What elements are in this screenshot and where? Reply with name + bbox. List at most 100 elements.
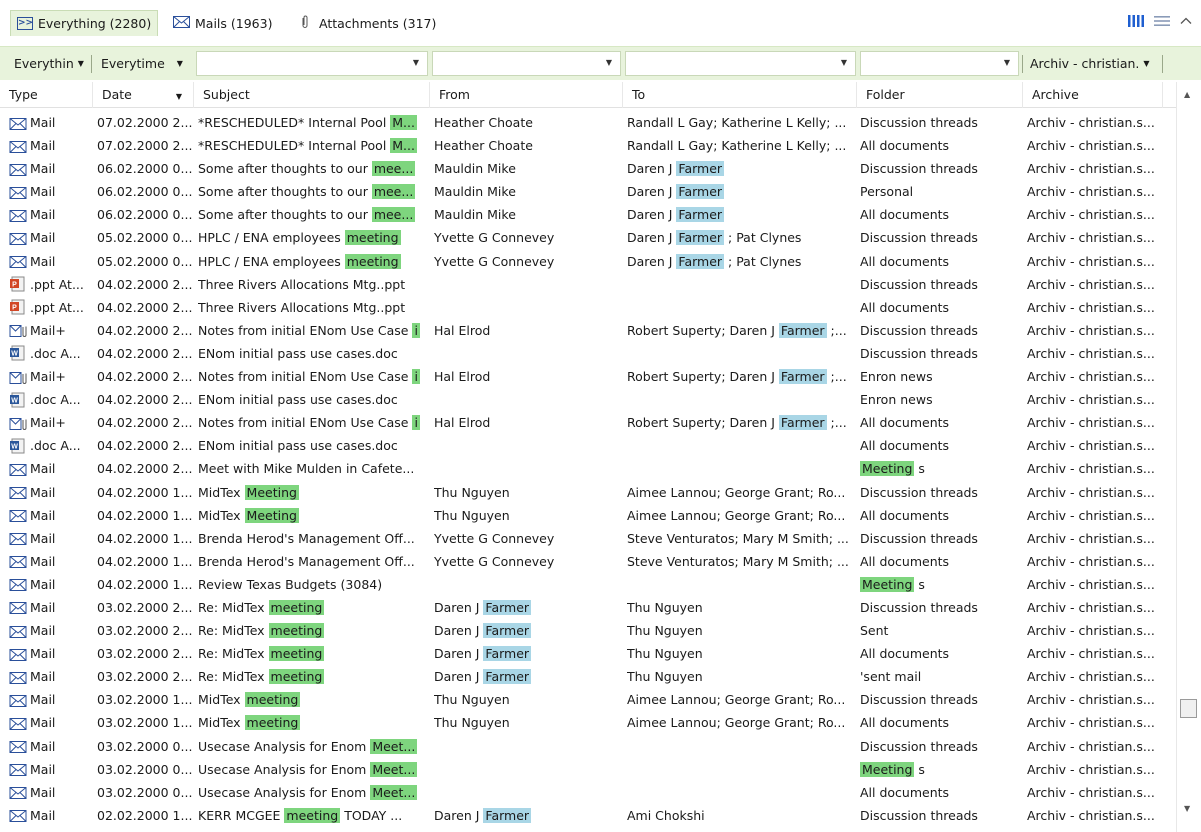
table-row[interactable]: Mail 07.02.2000 2... *RESCHEDULED* Interna… [0, 111, 1176, 134]
cell-text: Aimee Lannou; George Grant; Ro... [627, 507, 846, 523]
date-cell: 06.02.2000 0... [97, 161, 193, 177]
table-row[interactable]: Mail 06.02.2000 0... Some after thoughts t… [0, 203, 1176, 226]
search-highlight: meeting [244, 692, 301, 708]
folder-cell: Discussion threads [860, 804, 1022, 827]
scrollbar-thumb[interactable] [1180, 699, 1197, 718]
time-filter-dropdown[interactable]: Everytime ▼ [101, 51, 183, 75]
table-row[interactable]: Mail 03.02.2000 0... Usecase Analysis for … [0, 735, 1176, 758]
column-header-to[interactable]: To [623, 82, 857, 108]
cell-text: Thu Nguyen [434, 484, 510, 500]
table-row[interactable]: P .ppt At... 04.02.2000 2... Three Rivers A… [0, 296, 1176, 319]
from-cell [434, 296, 620, 319]
table-row[interactable]: Mail+ 04.02.2000 2... Notes from initial E… [0, 411, 1176, 434]
cell-text: Usecase Analysis for Enom [198, 761, 371, 777]
table-row[interactable]: Mail+ 04.02.2000 2... Notes from initial E… [0, 319, 1176, 342]
subject-cell: Re: MidTex meeting [198, 665, 430, 688]
cell-text: Randall L Gay; Katherine L Kelly; ... [627, 138, 847, 154]
doc-icon: W [9, 392, 27, 408]
type-filter-dropdown[interactable]: Everythin ▼ [14, 51, 84, 75]
cell-text: All documents [860, 438, 950, 454]
scroll-up-arrow-icon[interactable]: ▲ [1184, 90, 1190, 99]
tab-mails[interactable]: Mails (1963) [167, 10, 278, 36]
table-row[interactable]: W .doc A... 04.02.2000 2... ENom initial pa… [0, 434, 1176, 457]
archive-filter-dropdown[interactable]: Archiv - christian. ▼ [1030, 51, 1150, 75]
date-cell: 04.02.2000 1... [97, 576, 193, 592]
columns-view-icon[interactable] [1127, 14, 1145, 31]
table-row[interactable]: Mail 04.02.2000 1... MidTex Meeting Thu Ngu… [0, 504, 1176, 527]
to-cell: Aimee Lannou; George Grant; Ro... [627, 504, 859, 527]
from-cell [434, 434, 620, 457]
table-row[interactable]: Mail 03.02.2000 2... Re: MidTex meeting Dar… [0, 665, 1176, 688]
table-row[interactable]: Mail 04.02.2000 1... Brenda Herod's Manage… [0, 550, 1176, 573]
table-row[interactable]: Mail 03.02.2000 1... MidTex meeting Thu Ngu… [0, 711, 1176, 734]
cell-text: Daren J [434, 807, 484, 823]
folder-cell: All documents [860, 411, 1022, 434]
cell-text: MidTex [198, 507, 245, 523]
type-label: Mail [30, 161, 56, 177]
table-row[interactable]: Mail 05.02.2000 0... HPLC / ENA employees … [0, 226, 1176, 249]
cell-text: All documents [860, 553, 950, 569]
to-cell [627, 273, 859, 296]
from-cell [434, 758, 620, 781]
folder-cell: Personal [860, 180, 1022, 203]
column-header-archive[interactable]: Archive [1023, 82, 1163, 108]
table-row[interactable]: Mail 02.02.2000 1... KERR MCGEE meeting TO… [0, 804, 1176, 827]
table-row[interactable]: P .ppt At... 04.02.2000 2... Three Rivers A… [0, 273, 1176, 296]
scroll-down-arrow-icon[interactable]: ▼ [1184, 804, 1190, 813]
table-row[interactable]: Mail 07.02.2000 2... *RESCHEDULED* Interna… [0, 134, 1176, 157]
type-cell: Mail+ [9, 319, 91, 342]
column-header-folder[interactable]: Folder [857, 82, 1023, 108]
table-row[interactable]: Mail 06.02.2000 0... Some after thoughts t… [0, 157, 1176, 180]
table-row[interactable]: Mail+ 04.02.2000 2... Notes from initial E… [0, 365, 1176, 388]
folder-cell: Meeting s [860, 573, 1022, 596]
table-row[interactable]: Mail 06.02.2000 0... Some after thoughts t… [0, 180, 1176, 203]
table-row[interactable]: Mail 03.02.2000 1... MidTex meeting Thu Ngu… [0, 688, 1176, 711]
column-header-from[interactable]: From [430, 82, 623, 108]
subject-filter-input[interactable]: ▼ [196, 51, 428, 76]
tab-everything[interactable]: >> Everything (2280) [10, 10, 159, 36]
type-cell: Mail [9, 111, 91, 134]
subject-cell: Review Texas Budgets (3084) [198, 573, 430, 596]
archive-cell: Archiv - christian.s... [1027, 369, 1155, 385]
collapse-chevron-up-icon[interactable] [1179, 14, 1193, 31]
table-row[interactable]: Mail 03.02.2000 2... Re: MidTex meeting Dar… [0, 596, 1176, 619]
search-highlight: Meeting [860, 761, 915, 777]
table-row[interactable]: Mail 04.02.2000 1... Review Texas Budgets … [0, 573, 1176, 596]
type-label: Mail [30, 623, 56, 639]
to-filter-input[interactable]: ▼ [625, 51, 856, 76]
table-row[interactable]: Mail 04.02.2000 1... Brenda Herod's Manage… [0, 527, 1176, 550]
cell-text: Re: MidTex [198, 623, 269, 639]
vertical-scrollbar[interactable]: ▲ ▼ [1176, 82, 1201, 832]
type-filter-value: Everythin [14, 55, 74, 71]
to-cell [627, 388, 859, 411]
table-row[interactable]: Mail 03.02.2000 0... Usecase Analysis for … [0, 758, 1176, 781]
mail-icon [9, 784, 27, 800]
column-header-label: Date [102, 87, 132, 102]
column-header-type[interactable]: Type [0, 82, 93, 108]
table-row[interactable]: W .doc A... 04.02.2000 2... ENom initial pa… [0, 342, 1176, 365]
mail-icon [9, 669, 27, 685]
column-header-subject[interactable]: Subject [194, 82, 430, 108]
cell-text: All documents [860, 507, 950, 523]
cell-text: Daren J [627, 184, 677, 200]
table-row[interactable]: W .doc A... 04.02.2000 2... ENom initial pa… [0, 388, 1176, 411]
folder-cell: Discussion threads [860, 481, 1022, 504]
column-header-label: Folder [866, 87, 905, 102]
from-cell: Thu Nguyen [434, 481, 620, 504]
folder-filter-input[interactable]: ▼ [860, 51, 1019, 76]
column-header-date[interactable]: Date ▼ [93, 82, 194, 108]
table-row[interactable]: Mail 03.02.2000 2... Re: MidTex meeting Dar… [0, 642, 1176, 665]
table-row[interactable]: Mail 04.02.2000 2... Meet with Mike Mulden… [0, 457, 1176, 480]
from-filter-input[interactable]: ▼ [432, 51, 621, 76]
table-row[interactable]: Mail 04.02.2000 1... MidTex Meeting Thu Ngu… [0, 481, 1176, 504]
subject-cell: MidTex meeting [198, 711, 430, 734]
table-row[interactable]: Mail 03.02.2000 2... Re: MidTex meeting Dar… [0, 619, 1176, 642]
cell-text: Discussion threads [860, 484, 978, 500]
table-row[interactable]: Mail 03.02.2000 0... Usecase Analysis for … [0, 781, 1176, 804]
cell-text: All documents [860, 715, 950, 731]
list-view-icon[interactable] [1153, 14, 1171, 31]
table-row[interactable]: Mail 05.02.2000 0... HPLC / ENA employees … [0, 250, 1176, 273]
subject-cell: Notes from initial ENom Use Case i [198, 411, 430, 434]
from-cell [434, 457, 620, 480]
tab-attachments[interactable]: Attachments (317) [294, 10, 442, 36]
